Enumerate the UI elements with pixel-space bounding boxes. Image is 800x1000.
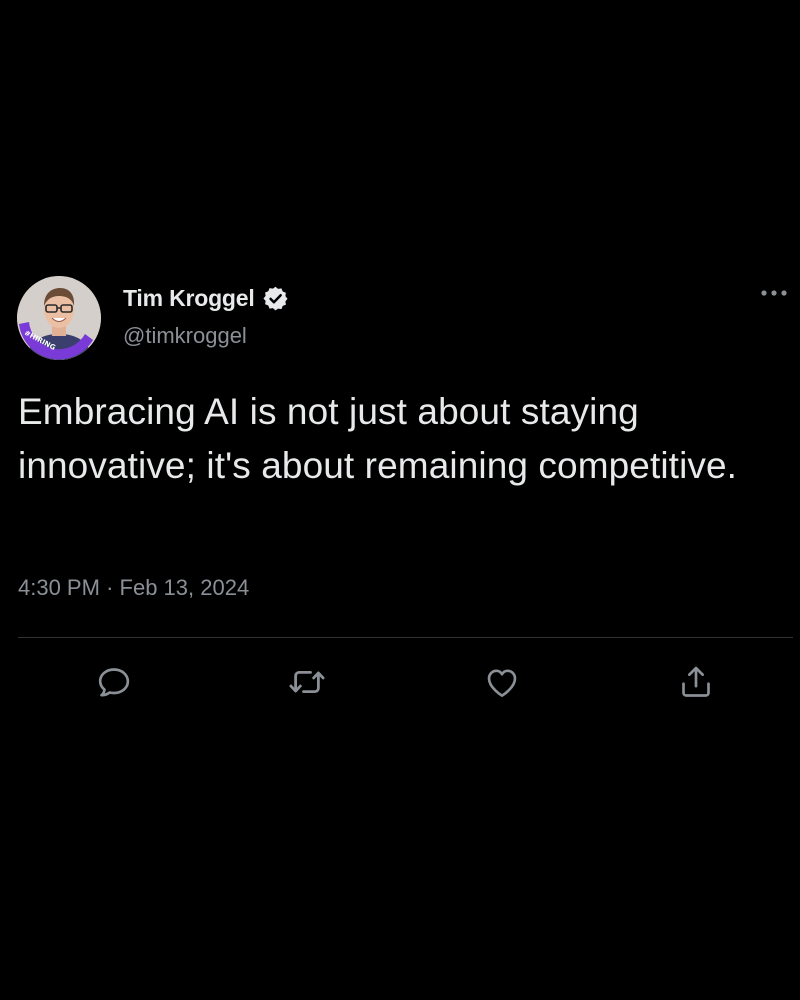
tweet-card: #HIRING Tim Kroggel @timkroggel Embracin… bbox=[0, 0, 800, 1000]
timestamp-separator: · bbox=[106, 575, 114, 600]
tweet-text: Embracing AI is not just about staying i… bbox=[18, 391, 738, 486]
share-button[interactable] bbox=[674, 660, 718, 704]
verified-badge-icon bbox=[262, 285, 289, 312]
tweet-time: 4:30 PM bbox=[18, 575, 100, 600]
avatar[interactable]: #HIRING bbox=[17, 276, 101, 360]
reply-button[interactable] bbox=[92, 660, 136, 704]
author-handle[interactable]: @timkroggel bbox=[123, 323, 247, 349]
tweet-date: Feb 13, 2024 bbox=[119, 575, 250, 600]
like-button[interactable] bbox=[480, 660, 524, 704]
divider bbox=[18, 637, 793, 638]
share-upload-icon bbox=[682, 666, 710, 697]
more-options-button[interactable] bbox=[758, 283, 790, 303]
retweet-button[interactable] bbox=[285, 660, 329, 704]
avatar-photo: #HIRING bbox=[17, 276, 101, 360]
tweet-timestamp[interactable]: 4:30 PM · Feb 13, 2024 bbox=[18, 575, 249, 601]
more-options-icon bbox=[761, 290, 787, 296]
heart-icon bbox=[487, 669, 517, 697]
author-name[interactable]: Tim Kroggel bbox=[123, 285, 255, 312]
speech-bubble-icon bbox=[98, 668, 130, 697]
author-name-row: Tim Kroggel bbox=[123, 282, 289, 314]
retweet-icon bbox=[289, 670, 325, 694]
